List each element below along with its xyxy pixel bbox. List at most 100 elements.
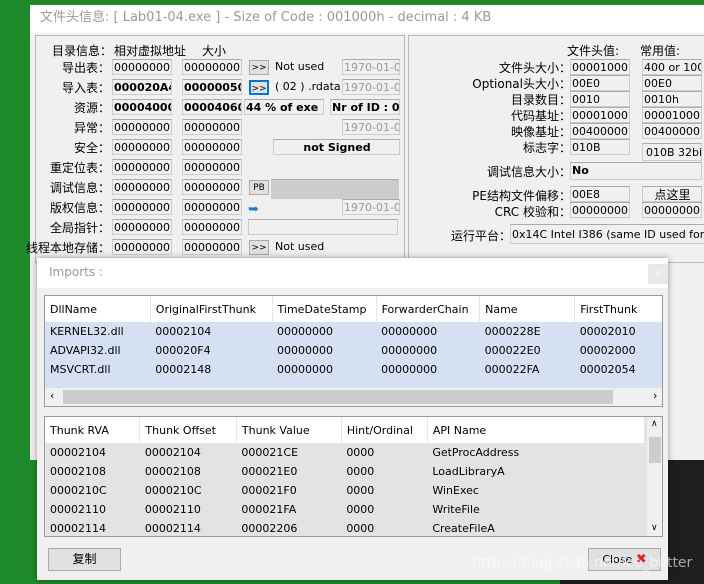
size-field[interactable]: 00000000: [182, 59, 242, 75]
thunk-row[interactable]: 00002114 00002114 00002206 0000 CreateFileA: [45, 519, 645, 536]
rva-field[interactable]: 00000000: [112, 179, 172, 195]
column-header[interactable]: API Name: [427, 417, 646, 443]
rva-field[interactable]: 00000000: [112, 199, 172, 215]
column-header[interactable]: Thunk Offset: [139, 417, 237, 443]
rva-field[interactable]: 00000000: [112, 219, 172, 235]
scroll-left-icon[interactable]: ‹: [50, 389, 54, 402]
directory-row-label: 导入表：: [61, 81, 110, 95]
pe-offset-field[interactable]: 00E8: [570, 186, 630, 202]
table-cell: 000022E0: [484, 344, 541, 357]
rva-field[interactable]: 00000000: [112, 159, 172, 175]
file-value-field[interactable]: 00400000: [570, 123, 630, 139]
thunk-table: Thunk RVA Thunk Offset Thunk Value Hint/Ord…: [44, 416, 663, 537]
size-field[interactable]: 00000000: [182, 199, 242, 215]
dialog-close-icon[interactable]: x: [648, 264, 668, 284]
rva-field[interactable]: 00000000: [112, 239, 172, 255]
table-cell: 00002104: [144, 446, 201, 459]
column-header[interactable]: Hint/Ordinal: [341, 417, 428, 443]
scrollbar-thumb[interactable]: [649, 437, 661, 463]
scroll-down-icon[interactable]: ∨: [651, 523, 658, 533]
table-cell: KERNEL32.dll: [50, 325, 124, 338]
common-value-field[interactable]: 400 or 1000: [642, 59, 702, 75]
dialog-title: Imports :: [37, 258, 668, 288]
column-header[interactable]: Name: [479, 296, 576, 322]
rva-field[interactable]: 00004000: [112, 99, 172, 115]
dll-table: DllName OriginalFirstThunk TimeDateStamp Fo…: [44, 295, 663, 407]
directory-info: 44 % of exe: [244, 99, 324, 115]
thunk-row[interactable]: 0000210C 0000210C 000021F0 0000 WinExec: [45, 481, 645, 500]
details-button[interactable]: PB: [249, 180, 269, 195]
copy-button[interactable]: 复制: [48, 548, 121, 571]
scroll-up-icon[interactable]: ∧: [651, 419, 658, 429]
table-cell: 000021E0: [241, 465, 298, 478]
file-value-field[interactable]: 00001000: [570, 107, 630, 123]
size-field[interactable]: 00004060: [182, 99, 242, 115]
common-value-field[interactable]: 00400000: [642, 123, 702, 139]
column-header[interactable]: DllName: [45, 296, 151, 322]
table-cell: 00000000: [277, 344, 334, 357]
column-header[interactable]: OriginalFirstThunk: [150, 296, 273, 322]
file-value-field[interactable]: 00001000: [570, 59, 630, 75]
column-header[interactable]: TimeDateStamp: [272, 296, 377, 322]
scrollbar-thumb[interactable]: [63, 390, 613, 404]
table-cell: 00000000: [277, 363, 334, 376]
file-value-field[interactable]: 010B: [570, 139, 630, 155]
thunk-row[interactable]: 00002108 00002108 000021E0 0000 LoadLibraryA: [45, 462, 645, 481]
table-cell: 00000000: [381, 344, 438, 357]
header-row-label: 映像基址：: [510, 125, 571, 139]
size-field[interactable]: 00000000: [182, 219, 242, 235]
thunk-row[interactable]: 00002110 00002110 000021FA 0000 WriteFile: [45, 500, 645, 519]
click-here-button[interactable]: 点这里: [642, 186, 702, 202]
details-button[interactable]: >>: [249, 60, 269, 75]
dll-row[interactable]: MSVCRT.dll 00002148 00000000 00000000 000022…: [45, 360, 662, 379]
size-field[interactable]: 00000000: [182, 179, 242, 195]
thunk-row[interactable]: 00002104 00002104 000021CE 0000 GetProcAddre…: [45, 443, 645, 462]
crc-field[interactable]: 00000000: [570, 202, 630, 218]
table-cell: GetProcAddress: [432, 446, 520, 459]
global-pointer-field[interactable]: [248, 219, 398, 235]
size-field[interactable]: 00000000: [182, 139, 242, 155]
pdb-dropdown[interactable]: [271, 179, 399, 199]
common-value-field[interactable]: 0010h: [642, 91, 702, 107]
file-value-field[interactable]: 00E0: [570, 75, 630, 91]
directory-extra: Nr of ID : 0: [330, 99, 400, 115]
watermark: https://blog.csdn.net/Ice_butter: [472, 555, 693, 571]
common-value-field[interactable]: 00001000: [642, 107, 702, 123]
table-cell: 00002114: [144, 522, 201, 535]
details-button[interactable]: >>: [249, 240, 269, 255]
size-field[interactable]: 00000000: [182, 119, 242, 135]
size-field[interactable]: 00000000: [182, 159, 242, 175]
header-panel: 文件头值:常用值:文件头大小：00001000400 or 1000Option…: [408, 35, 704, 263]
table-cell: 000021CE: [241, 446, 299, 459]
table-cell: ADVAPI32.dll: [50, 344, 121, 357]
arrow-icon[interactable]: ➥: [248, 202, 259, 217]
table-cell: 0000228E: [484, 325, 541, 338]
size-field[interactable]: 00000050: [182, 79, 242, 95]
rva-field[interactable]: 00000000: [112, 59, 172, 75]
column-header[interactable]: ForwarderChain: [376, 296, 481, 322]
column-header[interactable]: Thunk Value: [236, 417, 342, 443]
common-value-field[interactable]: 00E0: [642, 75, 702, 91]
table-cell: 00000000: [277, 325, 334, 338]
rva-field[interactable]: 00000000: [112, 139, 172, 155]
dll-row[interactable]: KERNEL32.dll 00002104 00000000 00000000 0000…: [45, 322, 662, 341]
size-field[interactable]: 00000000: [182, 239, 242, 255]
table-cell: 0000: [346, 522, 375, 535]
common-value-header: 常用值:: [640, 44, 681, 58]
details-button[interactable]: >>: [249, 80, 269, 95]
file-value-field[interactable]: 0010: [570, 91, 630, 107]
horizontal-scrollbar[interactable]: ‹ ›: [45, 388, 662, 406]
rva-field[interactable]: 00000000: [112, 119, 172, 135]
vertical-scrollbar[interactable]: ∧ ∨: [647, 417, 662, 536]
column-header[interactable]: FirstThunk: [574, 296, 662, 322]
scroll-right-icon[interactable]: ›: [653, 389, 657, 402]
platform-field[interactable]: 0x14C Intel I386 (same ID used for 4: [510, 224, 704, 244]
debug-size-field[interactable]: No: [570, 162, 702, 180]
column-header[interactable]: Thunk RVA: [45, 417, 141, 443]
crc-common-field[interactable]: 00000000: [642, 202, 702, 218]
table-cell: WriteFile: [432, 503, 480, 516]
dll-row[interactable]: ADVAPI32.dll 000020F4 00000000 00000000 0000…: [45, 341, 662, 360]
common-value-field[interactable]: 010B 32bit: [642, 143, 702, 161]
directory-row-label: 版权信息：: [49, 201, 110, 215]
rva-field[interactable]: 000020A4: [112, 79, 172, 95]
